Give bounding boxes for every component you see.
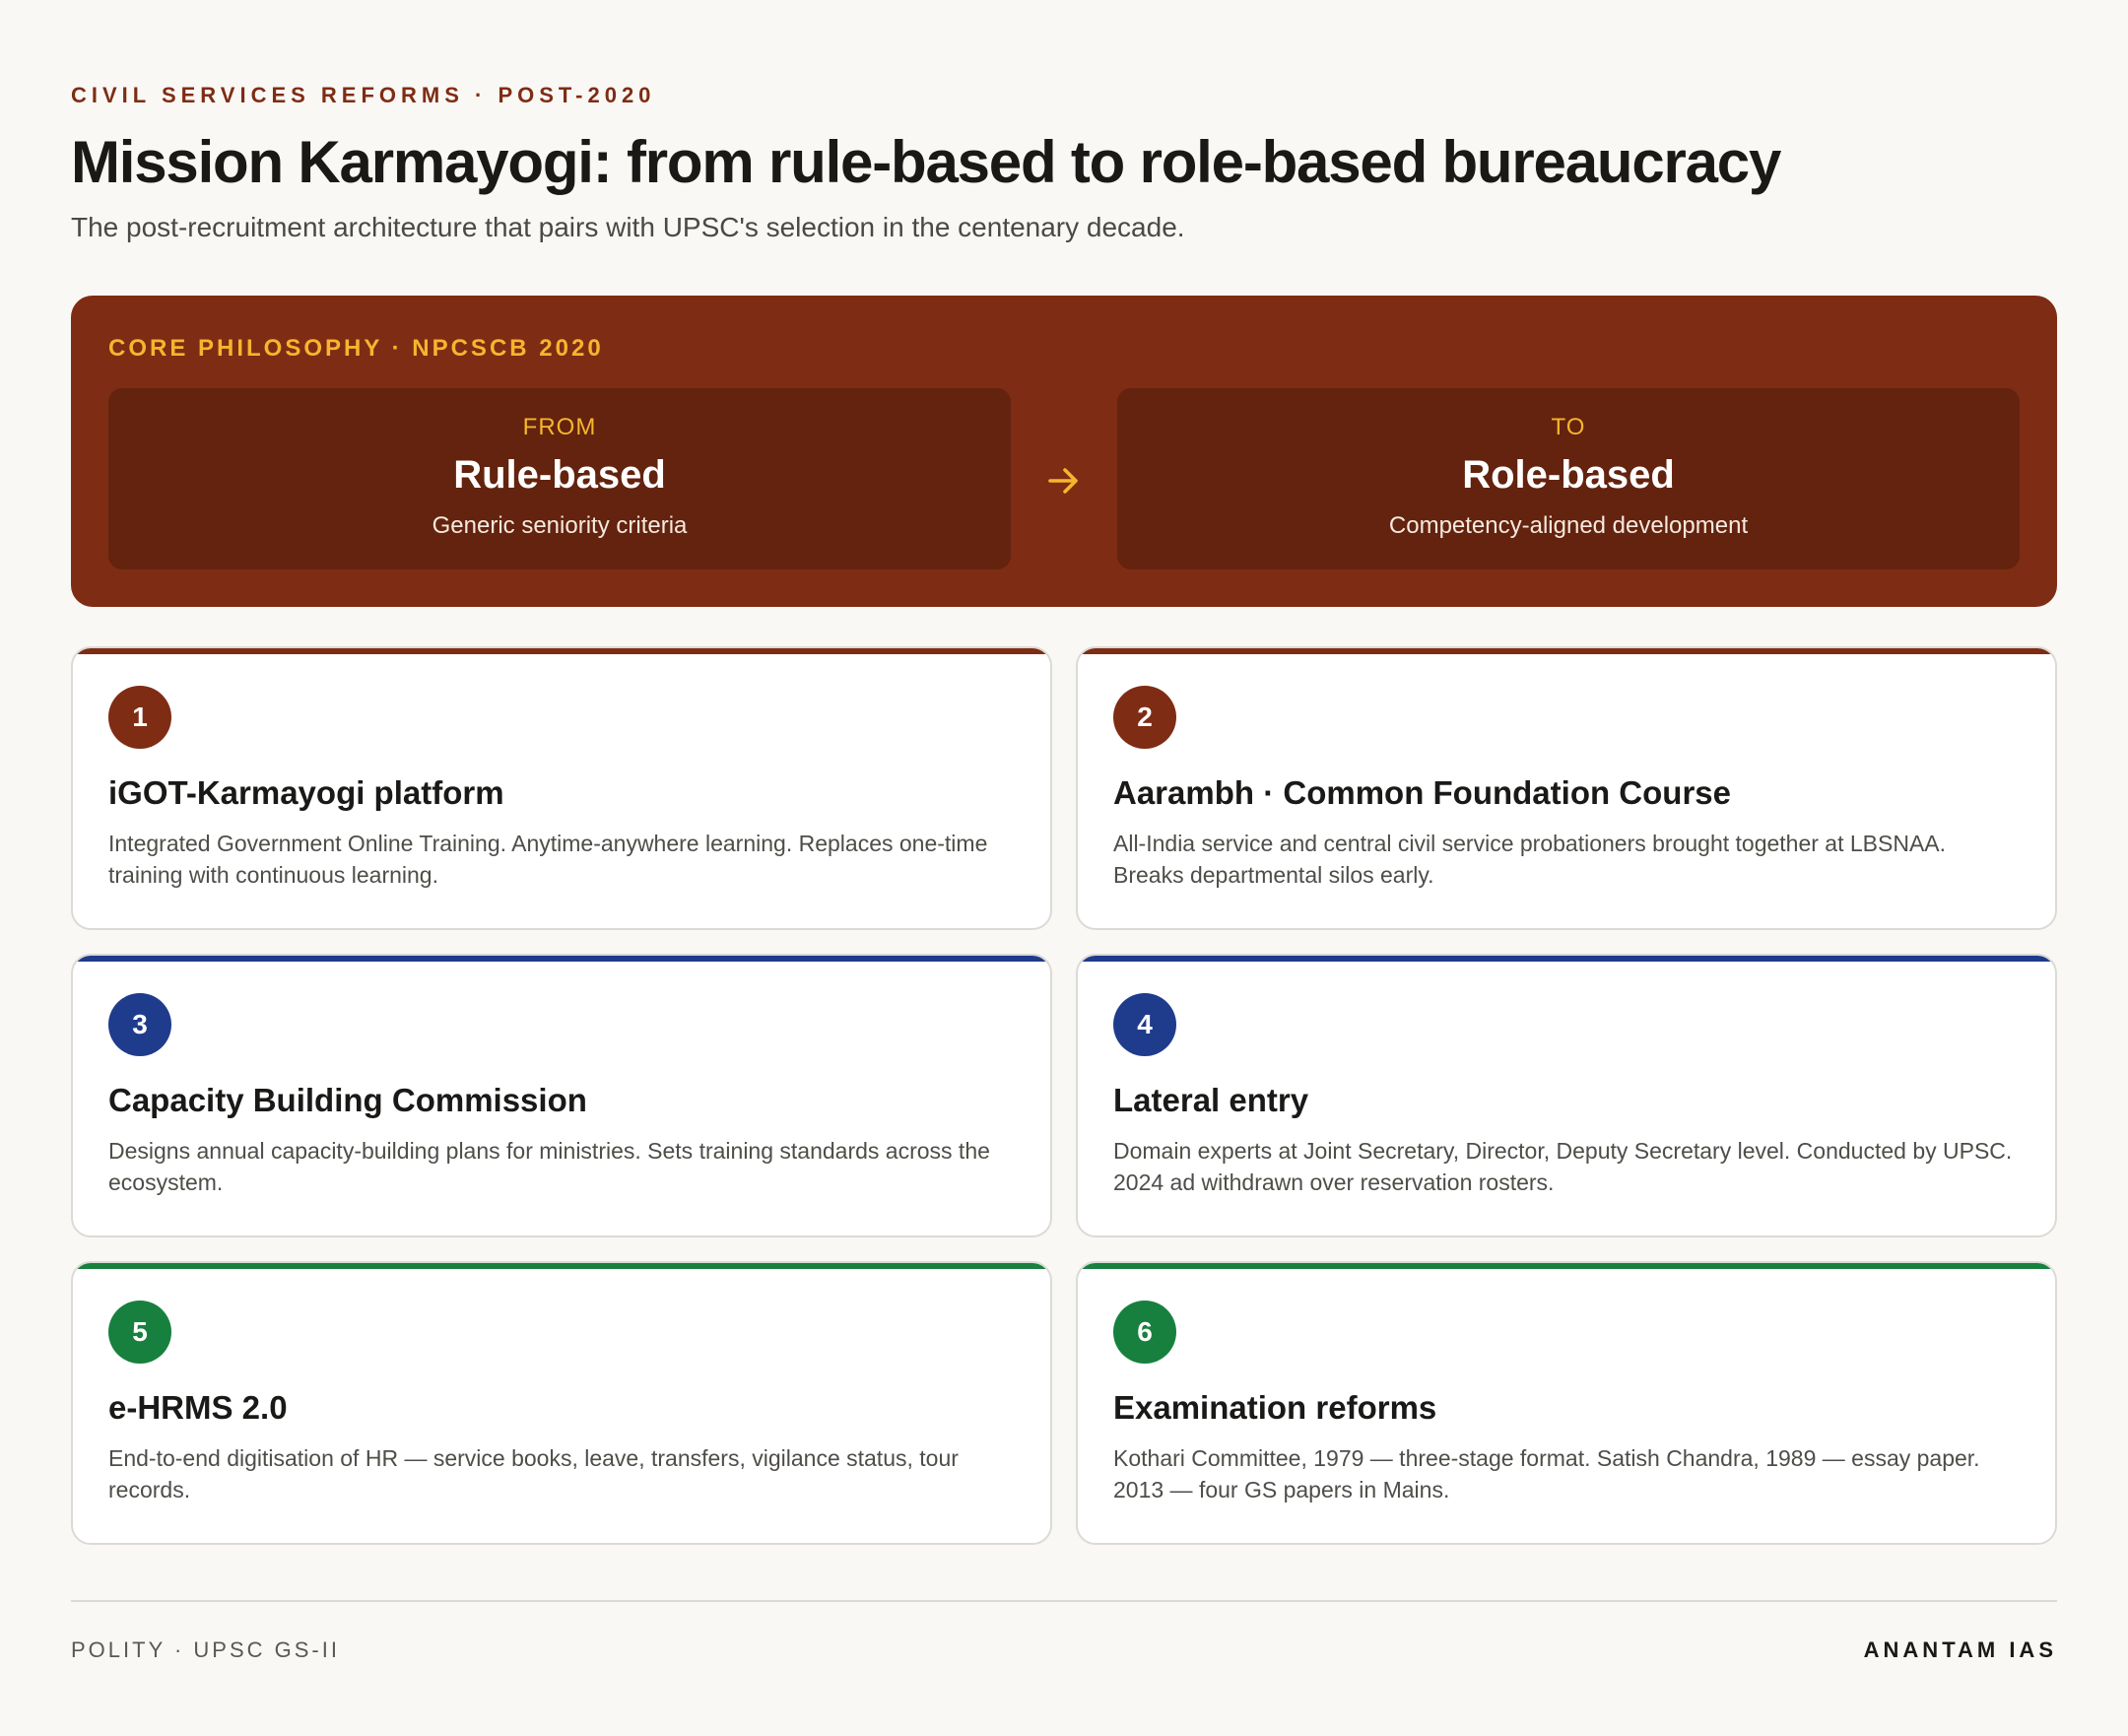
from-desc: Generic seniority criteria <box>432 512 688 539</box>
to-desc: Competency-aligned development <box>1388 512 1749 539</box>
card-description: End-to-end digitisation of HR — service … <box>108 1445 959 1502</box>
from-main: Rule-based <box>453 453 666 497</box>
card-number-badge: 2 <box>1113 686 1176 749</box>
footer-divider <box>71 1600 2057 1602</box>
card-description: Integrated Government Online Training. A… <box>108 831 988 888</box>
reform-card-4: 4 Lateral entry Domain experts at Joint … <box>1076 954 2057 1237</box>
card-title: iGOT-Karmayogi platform <box>108 774 504 811</box>
card-number-badge: 3 <box>108 993 171 1056</box>
card-title: Capacity Building Commission <box>108 1082 587 1118</box>
card-number-badge: 6 <box>1113 1301 1176 1364</box>
reform-card-3: 3 Capacity Building Commission Designs a… <box>71 954 1052 1237</box>
card-title: e-HRMS 2.0 <box>108 1389 288 1426</box>
reform-card-5: 5 e-HRMS 2.0 End-to-end digitisation of … <box>71 1261 1052 1545</box>
card-description: Kothari Committee, 1979 — three-stage fo… <box>1113 1445 1980 1502</box>
reform-card-6: 6 Examination reforms Kothari Committee,… <box>1076 1261 2057 1545</box>
page: CIVIL SERVICES REFORMS · POST-2020 Missi… <box>0 0 2128 1736</box>
from-box: FROM Rule-based Generic seniority criter… <box>108 388 1011 569</box>
to-main: Role-based <box>1462 453 1675 497</box>
from-tag: FROM <box>522 414 597 440</box>
reform-card-2: 2 Aarambh · Common Foundation Course All… <box>1076 646 2057 930</box>
card-number-badge: 1 <box>108 686 171 749</box>
card-title: Lateral entry <box>1113 1082 1309 1118</box>
card-title: Aarambh · Common Foundation Course <box>1113 774 1731 811</box>
footer-brand: ANANTAM IAS <box>1863 1637 2057 1662</box>
reform-card-1: 1 iGOT-Karmayogi platform Integrated Gov… <box>71 646 1052 930</box>
banner-label: CORE PHILOSOPHY · NPCSCB 2020 <box>108 335 604 362</box>
to-tag: TO <box>1551 414 1586 440</box>
page-title: Mission Karmayogi: from rule-based to ro… <box>71 129 1781 195</box>
card-title: Examination reforms <box>1113 1389 1437 1426</box>
card-number-badge: 5 <box>108 1301 171 1364</box>
footer-subject: POLITY · UPSC GS-II <box>71 1637 340 1662</box>
arrow-right-icon <box>1048 468 1078 494</box>
core-philosophy-banner: CORE PHILOSOPHY · NPCSCB 2020 FROM Rule-… <box>71 296 2057 607</box>
card-description: Domain experts at Joint Secretary, Direc… <box>1113 1138 2013 1195</box>
card-number-badge: 4 <box>1113 993 1176 1056</box>
page-subtitle: The post-recruitment architecture that p… <box>71 212 1185 242</box>
to-box: TO Role-based Competency-aligned develop… <box>1117 388 2020 569</box>
eyebrow: CIVIL SERVICES REFORMS · POST-2020 <box>71 83 656 107</box>
card-description: All-India service and central civil serv… <box>1113 831 1947 888</box>
card-description: Designs annual capacity-building plans f… <box>108 1138 990 1195</box>
